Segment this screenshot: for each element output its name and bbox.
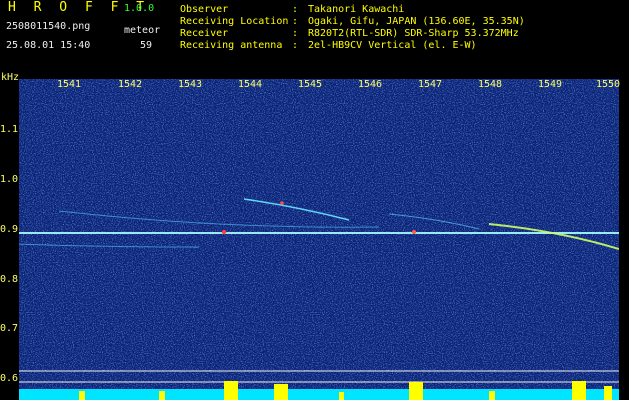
freq-tick-1-1: 1.1 bbox=[0, 124, 19, 135]
time-tick-1545: 1545 bbox=[298, 79, 323, 90]
meteor-label: meteor bbox=[124, 25, 161, 36]
spectrogram-plot bbox=[19, 79, 619, 400]
antenna-value: 2el-HB9CV Vertical (el. E-W) bbox=[308, 40, 477, 51]
receiver-sep: : bbox=[292, 28, 299, 39]
antenna-key: Receiving antenna bbox=[180, 40, 283, 51]
location-sep: : bbox=[292, 16, 299, 27]
antenna-sep: : bbox=[292, 40, 299, 51]
app-version: 1.0.0 bbox=[124, 3, 155, 14]
location-value: Ogaki, Gifu, JAPAN (136.60E, 35.35N) bbox=[308, 16, 525, 27]
time-tick-1543: 1543 bbox=[178, 79, 203, 90]
header-panel: H R O F F T 1.0.0 2508011540.png meteor … bbox=[0, 0, 629, 74]
file-name: 2508011540.png bbox=[6, 21, 91, 32]
location-key: Receiving Location bbox=[180, 16, 289, 27]
time-tick-1549: 1549 bbox=[538, 79, 563, 90]
time-tick-1544: 1544 bbox=[238, 79, 263, 90]
freq-tick-1-0: 1.0 bbox=[0, 174, 19, 185]
hot-spot-1 bbox=[221, 229, 227, 235]
receiver-key: Receiver bbox=[180, 28, 229, 39]
frequency-unit-label: kHz bbox=[1, 72, 20, 83]
freq-tick-0-6: 0.6 bbox=[0, 373, 19, 384]
meteor-count: 59 bbox=[140, 40, 153, 51]
observer-key: Observer bbox=[180, 4, 229, 15]
time-tick-1542: 1542 bbox=[118, 79, 143, 90]
receiver-value: R820T2(RTL-SDR) SDR-Sharp 53.372MHz bbox=[308, 28, 519, 39]
activity-baseline bbox=[19, 389, 619, 400]
time-tick-1546: 1546 bbox=[358, 79, 383, 90]
time-tick-1550: 1550 bbox=[596, 79, 621, 90]
noise-texture bbox=[19, 79, 619, 400]
freq-tick-0-7: 0.7 bbox=[0, 323, 19, 334]
observer-sep: : bbox=[292, 4, 299, 15]
time-tick-1547: 1547 bbox=[418, 79, 443, 90]
spectrogram-svg bbox=[19, 79, 619, 400]
hot-spot-2 bbox=[412, 230, 416, 234]
freq-tick-0-8: 0.8 bbox=[0, 274, 19, 285]
right-margin bbox=[619, 74, 629, 400]
time-tick-1541: 1541 bbox=[57, 79, 82, 90]
freq-tick-0-9: 0.9 bbox=[0, 224, 19, 235]
hot-spot-3 bbox=[280, 201, 284, 205]
timestamp: 25.08.01 15:40 bbox=[6, 40, 91, 51]
observer-value: Takanori Kawachi bbox=[308, 4, 405, 15]
time-tick-1548: 1548 bbox=[478, 79, 503, 90]
